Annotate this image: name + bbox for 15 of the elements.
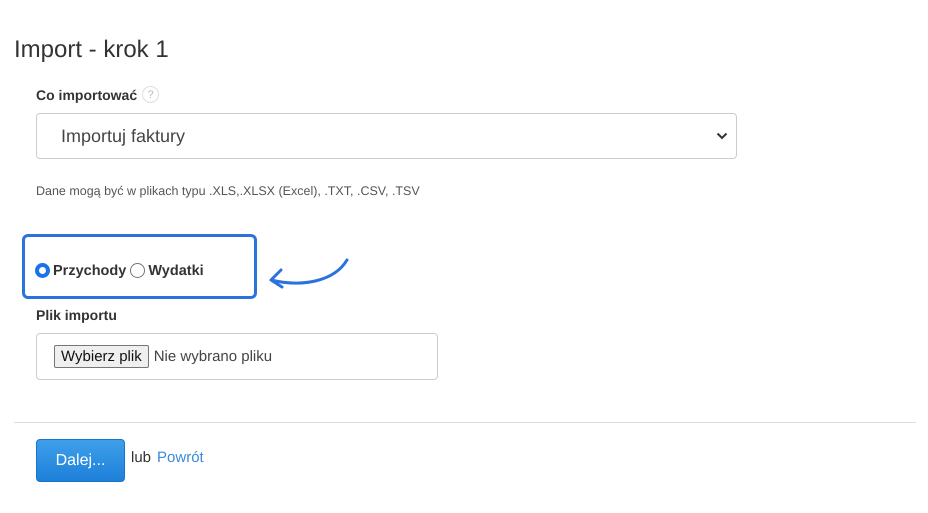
file-types-hint: Dane mogą być w plikach typu .XLS,.XLSX (Excel), .TXT, .CSV, .TSV (36, 184, 421, 198)
chevron-down-icon (716, 132, 728, 140)
choose-file-button[interactable]: Wybierz plik (54, 345, 149, 368)
file-status-text: Nie wybrano pliku (154, 348, 272, 365)
or-text: lub (131, 449, 152, 466)
file-input[interactable]: Wybierz plik Nie wybrano pliku (36, 333, 438, 380)
field-label: Plik importu (36, 307, 118, 323)
field-label: Co importować (36, 86, 138, 102)
radio-option[interactable]: Wydatki (130, 262, 204, 278)
radio-button[interactable] (130, 263, 146, 278)
import-type-dropdown[interactable]: Importuj faktury (36, 113, 737, 159)
back-link[interactable]: Powrót (157, 449, 204, 466)
radio-button[interactable] (35, 263, 50, 278)
page-title: Import - krok 1 (14, 35, 170, 65)
radio-option[interactable]: Przychody (35, 262, 126, 278)
